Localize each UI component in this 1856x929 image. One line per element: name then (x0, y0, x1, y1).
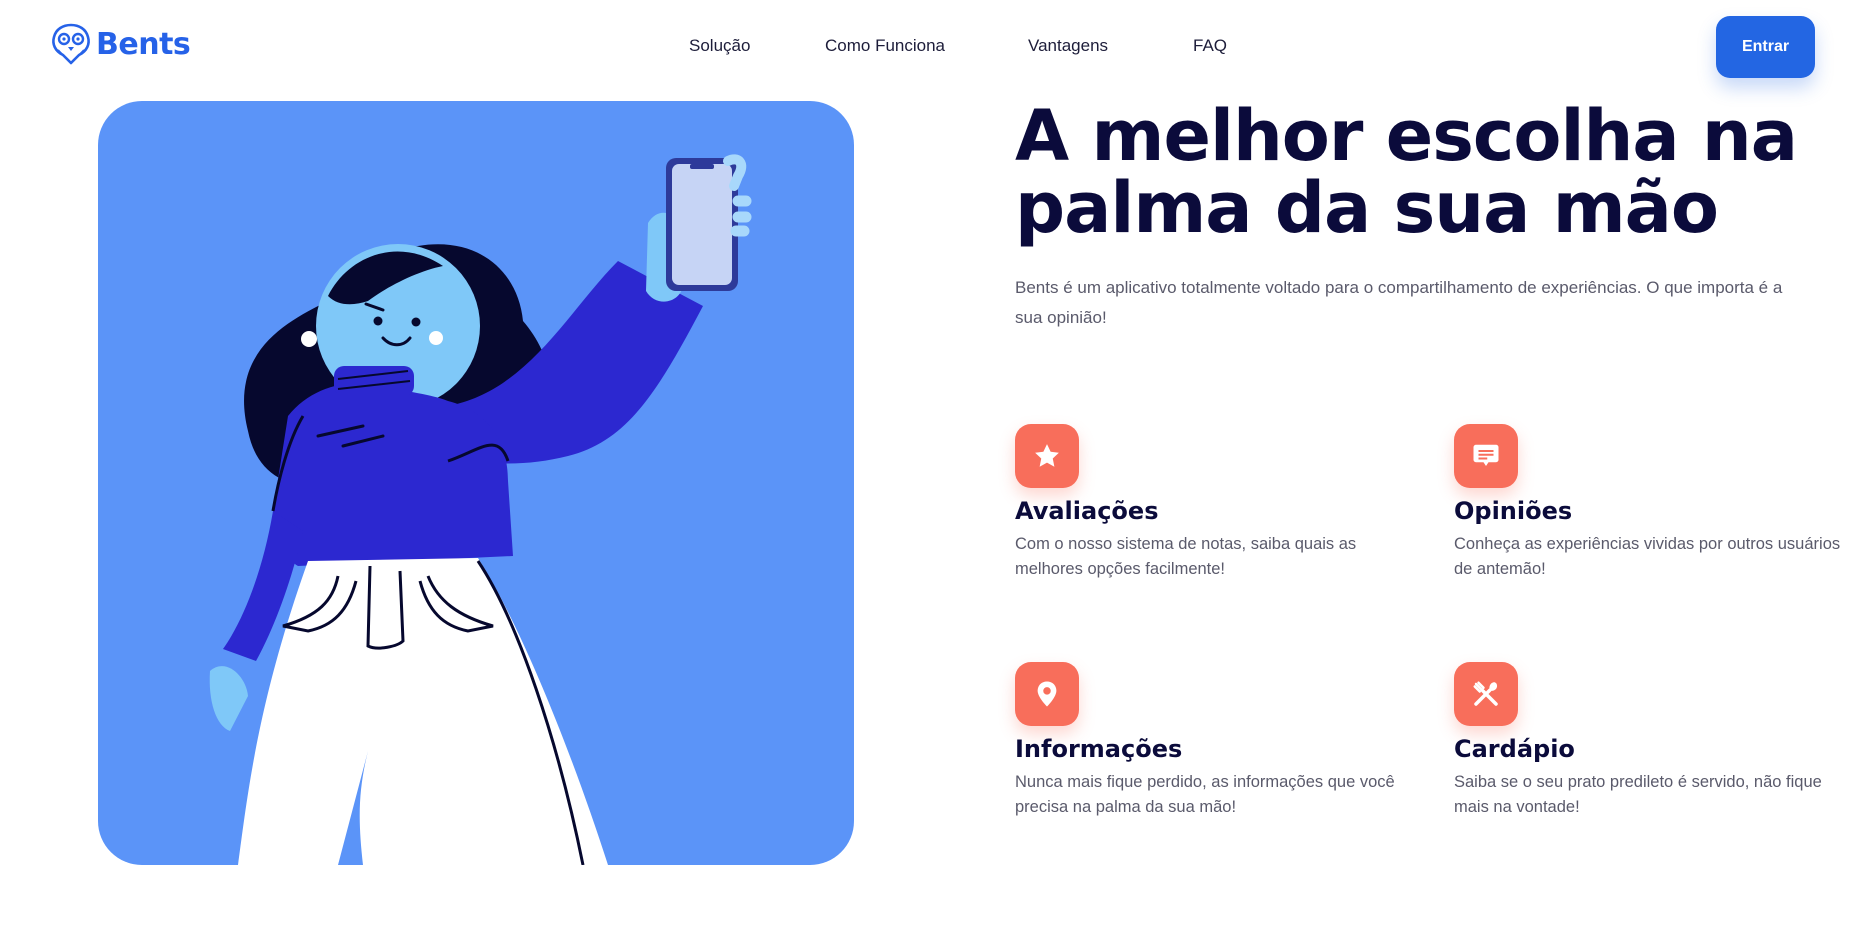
utensils-icon (1454, 662, 1518, 726)
login-button[interactable]: Entrar (1716, 16, 1815, 78)
feature-title: Avaliações (1015, 497, 1159, 525)
woman-holding-phone-illustration (209, 154, 752, 865)
feature-title: Cardápio (1454, 735, 1575, 763)
message-icon (1454, 424, 1518, 488)
nav-link-vantagens[interactable]: Vantagens (1028, 36, 1108, 56)
nav-link-faq[interactable]: FAQ (1193, 36, 1227, 56)
star-icon (1015, 424, 1079, 488)
hero-title: A melhor escolha na palma da sua mão (1015, 95, 1798, 249)
hero-illustration-card (98, 101, 854, 865)
feature-text: Com o nosso sistema de notas, saiba quai… (1015, 535, 1357, 578)
feature-text: Nunca mais fique perdido, as informações… (1015, 773, 1395, 816)
feature-title: Opiniões (1454, 497, 1573, 525)
nav-link-como-funciona[interactable]: Como Funciona (825, 36, 945, 56)
hero-description: Bents é um aplicativo totalmente voltado… (1015, 278, 1783, 327)
feature-cardapio: Cardápio Saiba se o seu prato predileto … (1454, 662, 1844, 820)
top-navigation-bar: Bents Solução Como Funciona Vantagens FA… (0, 0, 1856, 95)
feature-avaliacoes: Avaliações Com o nosso sistema de notas,… (1015, 424, 1405, 582)
feature-text: Conheça as experiências vividas por outr… (1454, 535, 1841, 578)
feature-title: Informações (1015, 735, 1183, 763)
location-pin-icon (1015, 662, 1079, 726)
nav-link-solucao[interactable]: Solução (689, 36, 750, 56)
main-nav: Solução Como Funciona Vantagens FAQ (0, 36, 1856, 60)
feature-opinioes: Opiniões Conheça as experiências vividas… (1454, 424, 1844, 582)
feature-informacoes: Informações Nunca mais fique perdido, as… (1015, 662, 1405, 820)
feature-text: Saiba se o seu prato predileto é servido… (1454, 773, 1822, 816)
